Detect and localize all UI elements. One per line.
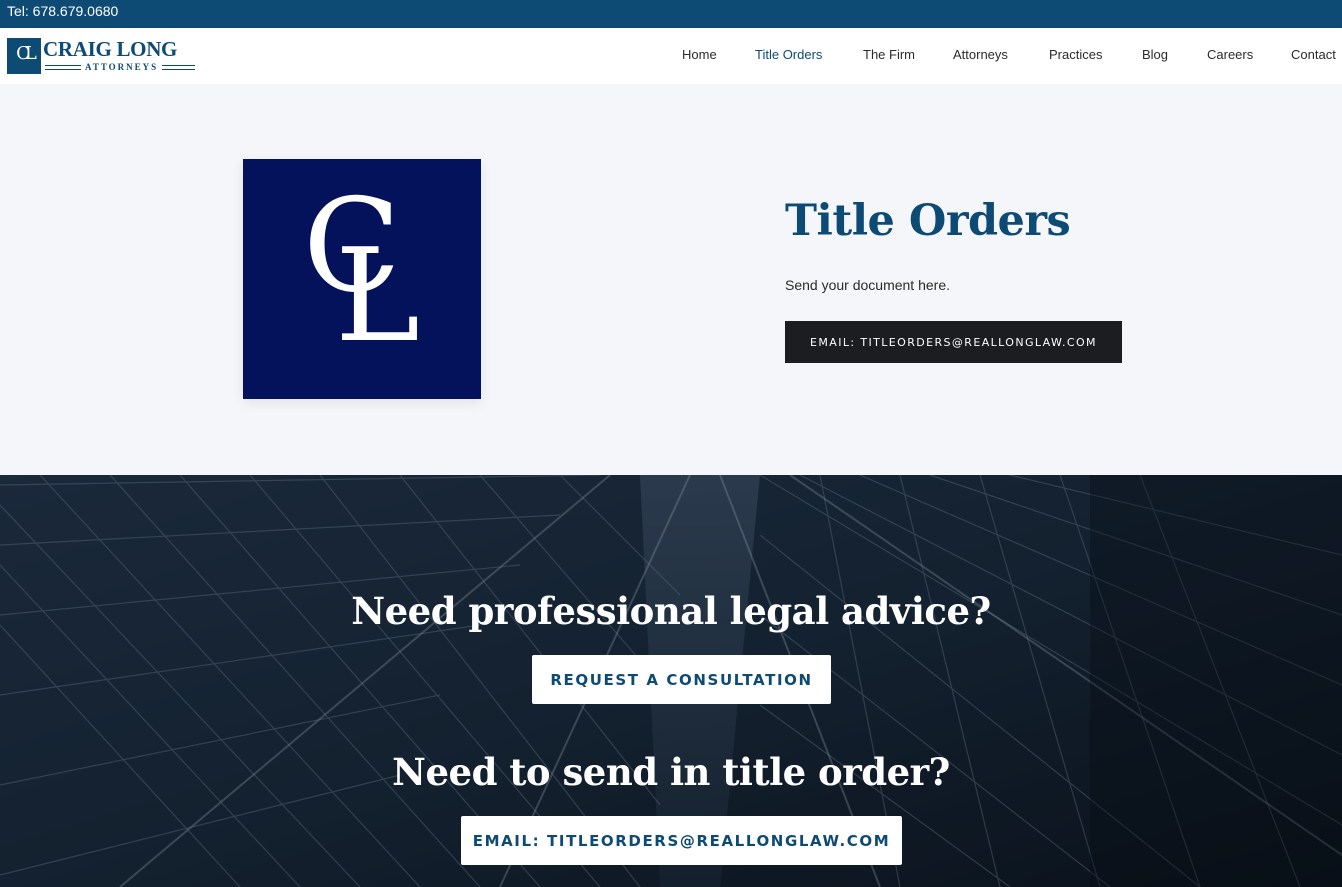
nav-contact[interactable]: Contact bbox=[1291, 47, 1336, 62]
nav-attorneys[interactable]: Attorneys bbox=[953, 47, 1008, 62]
logo-tagline: ATTORNEYS bbox=[81, 62, 163, 73]
nav-title-orders[interactable]: Title Orders bbox=[755, 47, 822, 62]
nav-careers[interactable]: Careers bbox=[1207, 47, 1253, 62]
main-navbar: CL CRAIG LONG ATTORNEYS Home Title Order… bbox=[0, 28, 1342, 84]
site-logo[interactable]: CL CRAIG LONG ATTORNEYS bbox=[7, 37, 197, 74]
title-orders-hero: C L Title Orders Send your document here… bbox=[0, 84, 1342, 475]
request-consultation-button[interactable]: REQUEST A CONSULTATION bbox=[532, 655, 831, 704]
nav-practices[interactable]: Practices bbox=[1049, 47, 1102, 62]
logo-name: CRAIG LONG bbox=[43, 37, 178, 61]
top-bar: Tel: 678.679.0680 bbox=[0, 0, 1342, 28]
title-order-heading: Need to send in title order? bbox=[392, 750, 950, 794]
email-title-orders-button[interactable]: EMAIL: TITLEORDERS@REALLONGLAW.COM bbox=[785, 321, 1122, 363]
logo-monogram: CL bbox=[16, 43, 37, 64]
monogram-letter-l: L bbox=[335, 222, 420, 371]
cl-monogram-image: C L bbox=[243, 159, 481, 399]
cta-section: Need professional legal advice? REQUEST … bbox=[0, 475, 1342, 887]
legal-advice-heading: Need professional legal advice? bbox=[351, 589, 991, 633]
logo-tagline-row: ATTORNEYS bbox=[45, 62, 195, 74]
logo-monogram-box: CL bbox=[7, 38, 41, 74]
page-title: Title Orders bbox=[785, 196, 1071, 246]
nav-the-firm[interactable]: The Firm bbox=[863, 47, 915, 62]
phone-number[interactable]: Tel: 678.679.0680 bbox=[7, 3, 118, 19]
nav-home[interactable]: Home bbox=[682, 47, 717, 62]
page-subtitle: Send your document here. bbox=[785, 277, 950, 293]
email-title-orders-cta-button[interactable]: EMAIL: TITLEORDERS@REALLONGLAW.COM bbox=[461, 816, 902, 865]
nav-blog[interactable]: Blog bbox=[1142, 47, 1168, 62]
